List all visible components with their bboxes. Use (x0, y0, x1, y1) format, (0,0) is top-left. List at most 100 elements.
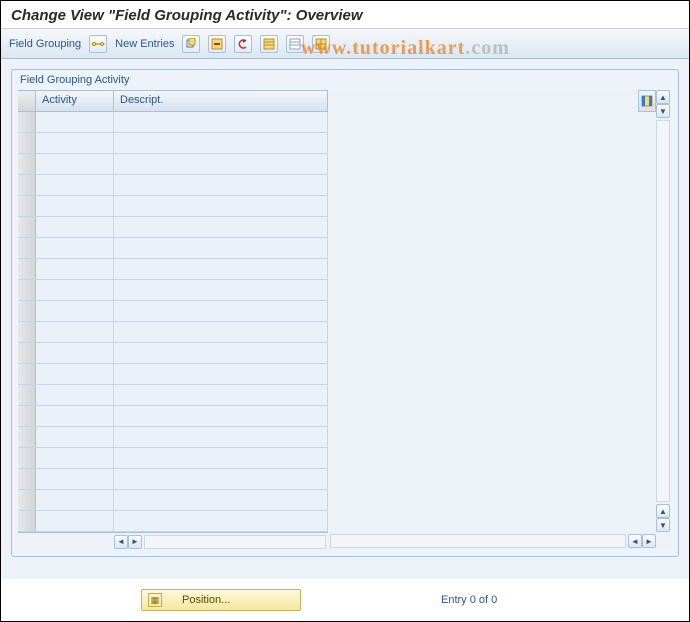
scroll-down-icon[interactable]: ▼ (656, 104, 670, 118)
row-selector-header[interactable] (18, 91, 36, 111)
scroll-track[interactable] (330, 534, 626, 548)
cell-descript[interactable] (114, 280, 328, 300)
row-selector[interactable] (18, 154, 36, 174)
row-selector[interactable] (18, 364, 36, 384)
scroll-left-icon[interactable]: ◄ (114, 535, 128, 549)
row-selector[interactable] (18, 322, 36, 342)
cell-descript[interactable] (114, 175, 328, 195)
scroll-up-end-icon[interactable]: ▲ (656, 504, 670, 518)
cell-descript[interactable] (114, 385, 328, 405)
table-row (18, 385, 328, 406)
undo-icon[interactable] (234, 35, 252, 53)
row-selector[interactable] (18, 343, 36, 363)
cell-activity[interactable] (36, 469, 114, 489)
cell-activity[interactable] (36, 217, 114, 237)
row-selector[interactable] (18, 490, 36, 510)
cell-activity[interactable] (36, 427, 114, 447)
row-selector[interactable] (18, 259, 36, 279)
row-selector[interactable] (18, 175, 36, 195)
cell-activity[interactable] (36, 196, 114, 216)
cell-descript[interactable] (114, 322, 328, 342)
cell-descript[interactable] (114, 469, 328, 489)
cell-activity[interactable] (36, 259, 114, 279)
cell-activity[interactable] (36, 112, 114, 132)
table-row (18, 238, 328, 259)
cell-activity[interactable] (36, 385, 114, 405)
scroll-left-icon[interactable]: ◄ (628, 534, 642, 548)
copy-icon[interactable] (182, 35, 200, 53)
cell-descript[interactable] (114, 217, 328, 237)
cell-descript[interactable] (114, 238, 328, 258)
page-title: Change View "Field Grouping Activity": O… (1, 1, 689, 29)
table-body (18, 112, 328, 532)
cell-descript[interactable] (114, 490, 328, 510)
cell-activity[interactable] (36, 154, 114, 174)
cell-activity[interactable] (36, 364, 114, 384)
row-selector[interactable] (18, 301, 36, 321)
position-button[interactable]: ▦ Position... (141, 589, 301, 611)
cell-descript[interactable] (114, 364, 328, 384)
row-selector[interactable] (18, 280, 36, 300)
row-selector[interactable] (18, 133, 36, 153)
row-selector[interactable] (18, 385, 36, 405)
content-area: Field Grouping Activity Activity Descrip… (1, 59, 689, 589)
table-row (18, 280, 328, 301)
row-selector[interactable] (18, 196, 36, 216)
table-row (18, 322, 328, 343)
cell-activity[interactable] (36, 511, 114, 531)
configure-columns-icon[interactable] (638, 90, 656, 112)
scroll-right-icon[interactable]: ► (128, 535, 142, 549)
horizontal-scrollbar-right: ◄ ► (328, 532, 656, 550)
row-selector[interactable] (18, 406, 36, 426)
row-selector[interactable] (18, 448, 36, 468)
cell-activity[interactable] (36, 322, 114, 342)
cell-activity[interactable] (36, 406, 114, 426)
row-selector[interactable] (18, 112, 36, 132)
cell-activity[interactable] (36, 133, 114, 153)
scroll-up-icon[interactable]: ▲ (656, 90, 670, 104)
select-all-icon[interactable] (260, 35, 278, 53)
deselect-all-icon[interactable] (286, 35, 304, 53)
cell-activity[interactable] (36, 238, 114, 258)
cell-activity[interactable] (36, 448, 114, 468)
cell-activity[interactable] (36, 490, 114, 510)
column-header-activity[interactable]: Activity (36, 91, 114, 111)
cell-descript[interactable] (114, 196, 328, 216)
row-selector[interactable] (18, 469, 36, 489)
table-row (18, 511, 328, 532)
new-entries-button[interactable]: New Entries (115, 38, 174, 50)
cell-descript[interactable] (114, 448, 328, 468)
cell-activity[interactable] (36, 175, 114, 195)
cell-descript[interactable] (114, 406, 328, 426)
cell-descript[interactable] (114, 343, 328, 363)
table-settings-icon[interactable] (312, 35, 330, 53)
table-row (18, 133, 328, 154)
row-selector[interactable] (18, 238, 36, 258)
column-header-descript[interactable]: Descript. (114, 91, 328, 111)
scroll-down-end-icon[interactable]: ▼ (656, 518, 670, 532)
scroll-right-icon[interactable]: ► (642, 534, 656, 548)
table-row (18, 154, 328, 175)
cell-descript[interactable] (114, 259, 328, 279)
cell-descript[interactable] (114, 301, 328, 321)
cell-activity[interactable] (36, 301, 114, 321)
cell-descript[interactable] (114, 133, 328, 153)
table-row (18, 112, 328, 133)
scroll-track[interactable] (656, 120, 670, 502)
cell-descript[interactable] (114, 511, 328, 531)
table-row (18, 490, 328, 511)
cell-descript[interactable] (114, 427, 328, 447)
cell-descript[interactable] (114, 112, 328, 132)
cell-activity[interactable] (36, 280, 114, 300)
glasses-icon[interactable] (89, 35, 107, 53)
scroll-track[interactable] (144, 535, 326, 549)
cell-activity[interactable] (36, 343, 114, 363)
field-grouping-label[interactable]: Field Grouping (9, 38, 81, 50)
table-row (18, 196, 328, 217)
row-selector[interactable] (18, 511, 36, 531)
position-icon: ▦ (148, 593, 162, 607)
cell-descript[interactable] (114, 154, 328, 174)
delete-icon[interactable] (208, 35, 226, 53)
row-selector[interactable] (18, 427, 36, 447)
row-selector[interactable] (18, 217, 36, 237)
